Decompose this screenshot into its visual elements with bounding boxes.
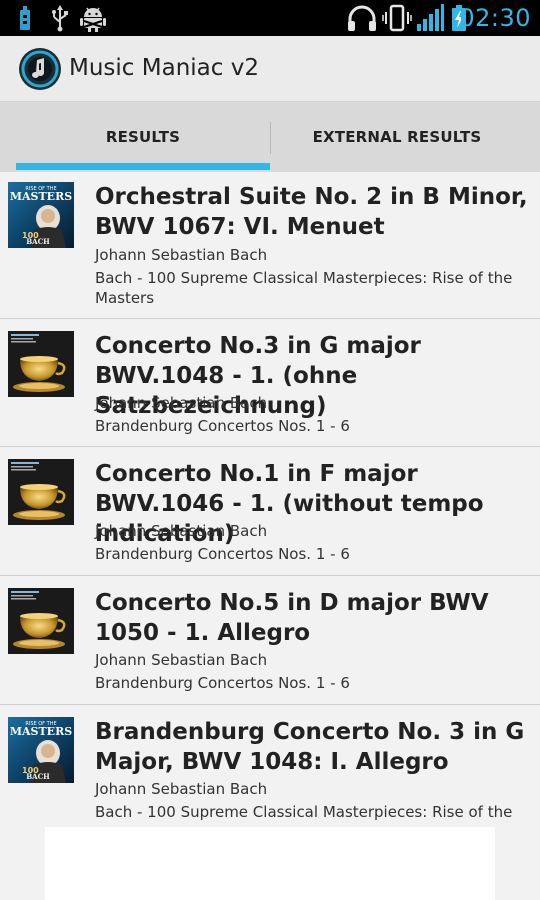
status-bar: 02:30 — [0, 0, 540, 36]
results-list[interactable]: RISE OF THE MASTERS 100 BACH Orchestral … — [0, 172, 540, 900]
track-artist: Johann Sebastian Bach — [95, 394, 268, 412]
action-bar: Music Maniac v2 — [0, 36, 540, 102]
track-title: Orchestral Suite No. 2 in B Minor, BWV 1… — [95, 184, 528, 240]
track-album: Brandenburg Concertos Nos. 1 - 6 — [95, 417, 350, 435]
track-artist: Johann Sebastian Bach — [95, 246, 268, 264]
track-album: Brandenburg Concertos Nos. 1 - 6 — [95, 674, 350, 692]
track-artist: Johann Sebastian Bach — [95, 780, 268, 798]
headphones-icon — [348, 5, 376, 31]
masters-bach-cover: RISE OF THE MASTERS 100 BACH — [8, 717, 74, 783]
track-row[interactable]: Concerto No.5 in D major BWV 1050 - 1. A… — [0, 576, 540, 705]
track-album: Brandenburg Concertos Nos. 1 - 6 — [95, 545, 350, 563]
tab-external-results[interactable]: EXTERNAL RESULTS — [270, 102, 524, 172]
vibrate-icon — [382, 4, 412, 32]
track-title: Concerto No.5 in D major BWV 1050 - 1. A… — [95, 590, 489, 646]
golden-cup-cover — [8, 331, 74, 397]
status-time: 02:30 — [459, 4, 531, 32]
tab-results[interactable]: RESULTS — [16, 102, 270, 172]
android-debug-icon — [80, 7, 106, 32]
usb-debug-icon — [52, 5, 68, 32]
usb-icon — [20, 6, 30, 30]
svg-text:BACH: BACH — [26, 772, 50, 781]
track-row[interactable]: Concerto No.1 in F major BWV.1046 - 1. (… — [0, 447, 540, 576]
track-row[interactable]: RISE OF THE MASTERS 100 BACH Orchestral … — [0, 172, 540, 319]
svg-text:MASTERS: MASTERS — [10, 725, 72, 738]
tab-selected-indicator — [16, 163, 270, 170]
music-note-logo-icon[interactable] — [18, 47, 62, 91]
signal-icon — [417, 4, 444, 31]
tab-results-label: RESULTS — [105, 128, 181, 146]
track-album: Bach - 100 Supreme Classical Masterpiece… — [95, 269, 513, 307]
track-artist: Johann Sebastian Bach — [95, 651, 268, 669]
tab-bar: RESULTS EXTERNAL RESULTS — [0, 102, 540, 172]
track-album: Bach - 100 Supreme Classical Masterpiece… — [95, 803, 513, 821]
svg-text:BACH: BACH — [26, 237, 50, 246]
svg-text:MASTERS: MASTERS — [10, 190, 72, 203]
track-title: Brandenburg Concerto No. 3 in G Major, B… — [95, 719, 525, 775]
masters-bach-cover: RISE OF THE MASTERS 100 BACH — [8, 182, 74, 248]
track-artist: Johann Sebastian Bach — [95, 522, 268, 540]
tab-external-results-label: EXTERNAL RESULTS — [312, 128, 482, 146]
golden-cup-cover — [8, 588, 74, 654]
app-title: Music Maniac v2 — [69, 55, 259, 81]
track-row[interactable]: Concerto No.3 in G major BWV.1048 - 1. (… — [0, 319, 540, 447]
golden-cup-cover — [8, 459, 74, 525]
ad-banner[interactable] — [45, 827, 495, 900]
